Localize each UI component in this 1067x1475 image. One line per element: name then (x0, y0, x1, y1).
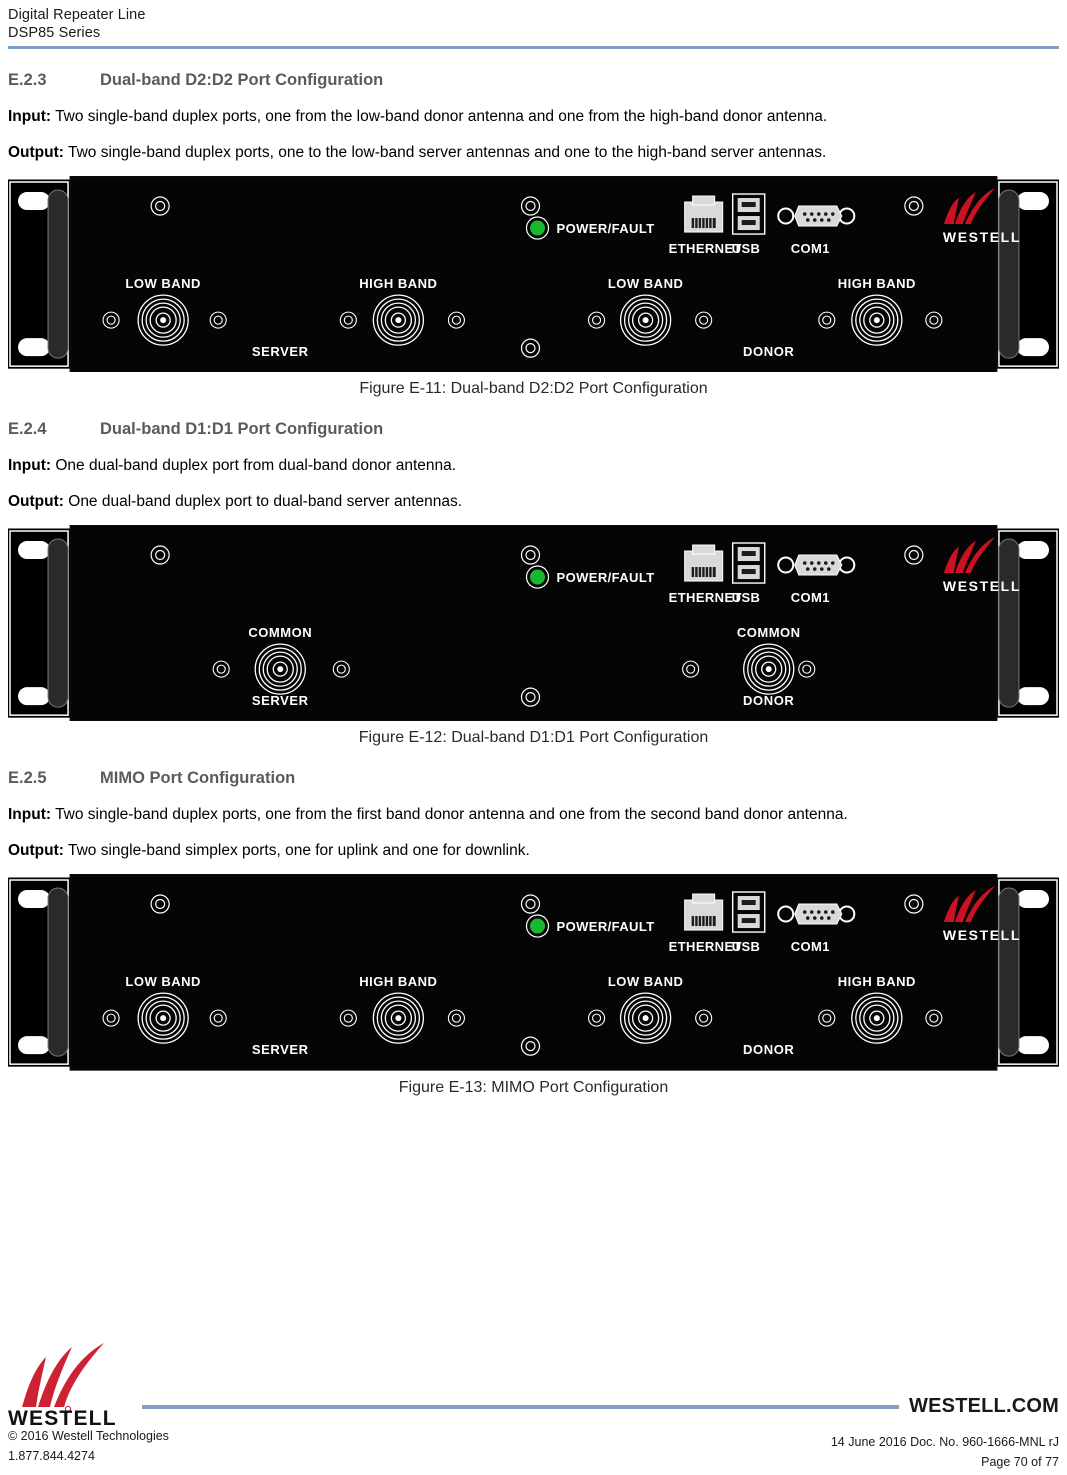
donor-section-label: DONOR (743, 344, 794, 359)
device-panel-figure-e12: POWER/FAULT ETHERNET USB COM1 WESTELL CO… (8, 525, 1059, 722)
footer-phone: 1.877.844.4274 (8, 1449, 95, 1463)
server-section-label: SERVER (252, 693, 309, 708)
power-fault-led (529, 918, 546, 934)
section-number: E.2.4 (8, 420, 47, 439)
power-fault-led (529, 220, 546, 236)
section-number: E.2.3 (8, 71, 47, 89)
server-port-label-2: HIGH BAND (359, 974, 437, 989)
donor-section-label: DONOR (743, 1043, 794, 1058)
output-text: Two single-band duplex ports, one to the… (63, 144, 827, 161)
output-text: Two single-band simplex ports, one for u… (63, 842, 530, 860)
input-paragraph-e24: Input: One dual-band duplex port from du… (8, 453, 1059, 479)
input-label: Input: (8, 108, 52, 125)
section-title: MIMO Port Configuration (100, 769, 296, 788)
power-fault-label: POWER/FAULT (557, 919, 655, 934)
page-content: E.2.3 Dual-band D2:D2 Port Configuration… (0, 71, 1067, 1097)
output-label: Output: (8, 842, 64, 860)
power-fault-label: POWER/FAULT (557, 570, 655, 585)
footer-copyright: © 2016 Westell Technologies (8, 1429, 169, 1443)
donor-port-label-1: LOW BAND (608, 974, 684, 989)
westell-wordmark: WESTELL (943, 229, 1021, 245)
usb-label: USB (732, 939, 761, 954)
footer-doc-info: 14 June 2016 Doc. No. 960-1666-MNL rJ (830, 1435, 1059, 1449)
footer-website: WESTELL.COM (909, 1395, 1059, 1417)
footer-westell-logo: WESTELL (8, 1337, 136, 1427)
com1-label: COM1 (791, 590, 830, 605)
westell-wordmark: WESTELL (943, 578, 1021, 594)
usb-label: USB (732, 241, 761, 256)
server-port-label-1: LOW BAND (125, 276, 201, 291)
section-number: E.2.5 (8, 769, 47, 788)
section-title: Dual-band D2:D2 Port Configuration (100, 71, 384, 89)
server-section-label: SERVER (252, 344, 309, 359)
output-paragraph-e24: Output: One dual-band duplex port to dua… (8, 489, 1059, 515)
device-front-panel: POWER/FAULT ETHERNET USB (8, 874, 1059, 1071)
output-label: Output: (8, 493, 64, 511)
figure-caption-e11: Figure E-11: Dual-band D2:D2 Port Config… (359, 380, 708, 398)
footer-page-info: Page 70 of 77 (981, 1455, 1059, 1469)
header-series: DSP85 Series (8, 25, 101, 41)
output-paragraph-e23: Output: Two single-band duplex ports, on… (8, 140, 1059, 166)
header-product-line: Digital Repeater Line (8, 7, 146, 23)
server-port-label-1: LOW BAND (125, 974, 201, 989)
figure-caption-e12: Figure E-12: Dual-band D1:D1 Port Config… (358, 729, 709, 747)
server-port-label-1: COMMON (248, 625, 312, 640)
output-text: One dual-band duplex port to dual-band s… (63, 493, 463, 511)
section-heading-e25: E.2.5 MIMO Port Configuration (8, 769, 1059, 788)
input-text: One dual-band duplex port from dual-band… (51, 457, 457, 475)
section-heading-e24: E.2.4 Dual-band D1:D1 Port Configuration (8, 420, 1059, 439)
donor-port-label-1: COMMON (737, 625, 801, 640)
header-divider (8, 46, 1059, 49)
footer-logo-svg: WESTELL (8, 1343, 117, 1427)
page-header: Digital Repeater Line DSP85 Series (0, 0, 1067, 49)
device-panel-figure-e13: POWER/FAULT ETHERNET USB COM1 WESTELL LO… (8, 874, 1059, 1071)
output-paragraph-e25: Output: Two single-band simplex ports, o… (8, 838, 1059, 864)
page-footer: WESTELL WESTELL.COM © 2016 Westell Techn… (0, 1337, 1067, 1475)
footer-divider (142, 1404, 900, 1409)
input-paragraph-e23: Input: Two single-band duplex ports, one… (8, 104, 1059, 130)
input-paragraph-e25: Input: Two single-band duplex ports, one… (8, 802, 1059, 828)
input-label: Input: (8, 806, 52, 824)
donor-port-label-2: HIGH BAND (838, 276, 916, 291)
power-fault-label: POWER/FAULT (557, 221, 655, 236)
com1-label: COM1 (791, 939, 830, 954)
input-text: Two single-band duplex ports, one from t… (51, 108, 828, 125)
server-port-label-2: HIGH BAND (359, 276, 437, 291)
device-front-panel: POWER/FAULT ETHERNET USB COM1 WESTELL LO… (8, 176, 1059, 373)
server-section-label: SERVER (252, 1043, 309, 1058)
westell-wordmark: WESTELL (943, 927, 1021, 943)
input-text: Two single-band duplex ports, one from t… (51, 806, 848, 824)
donor-port-label-1: LOW BAND (608, 276, 684, 291)
section-title: Dual-band D1:D1 Port Configuration (100, 420, 384, 439)
usb-label: USB (732, 590, 761, 605)
output-label: Output: (8, 144, 64, 161)
device-front-panel: POWER/FAULT ETHERNET USB (8, 525, 1059, 722)
com1-label: COM1 (791, 241, 830, 256)
power-fault-led (529, 569, 546, 585)
section-heading-e23: E.2.3 Dual-band D2:D2 Port Configuration (8, 71, 1059, 90)
donor-port-label-2: HIGH BAND (838, 974, 916, 989)
footer-wordmark: WESTELL (8, 1407, 117, 1427)
figure-caption-e13: Figure E-13: MIMO Port Configuration (398, 1078, 669, 1096)
device-panel-figure-e11: POWER/FAULT ETHERNET USB COM1 WESTELL LO… (8, 176, 1059, 373)
input-label: Input: (8, 457, 52, 475)
donor-section-label: DONOR (743, 693, 794, 708)
